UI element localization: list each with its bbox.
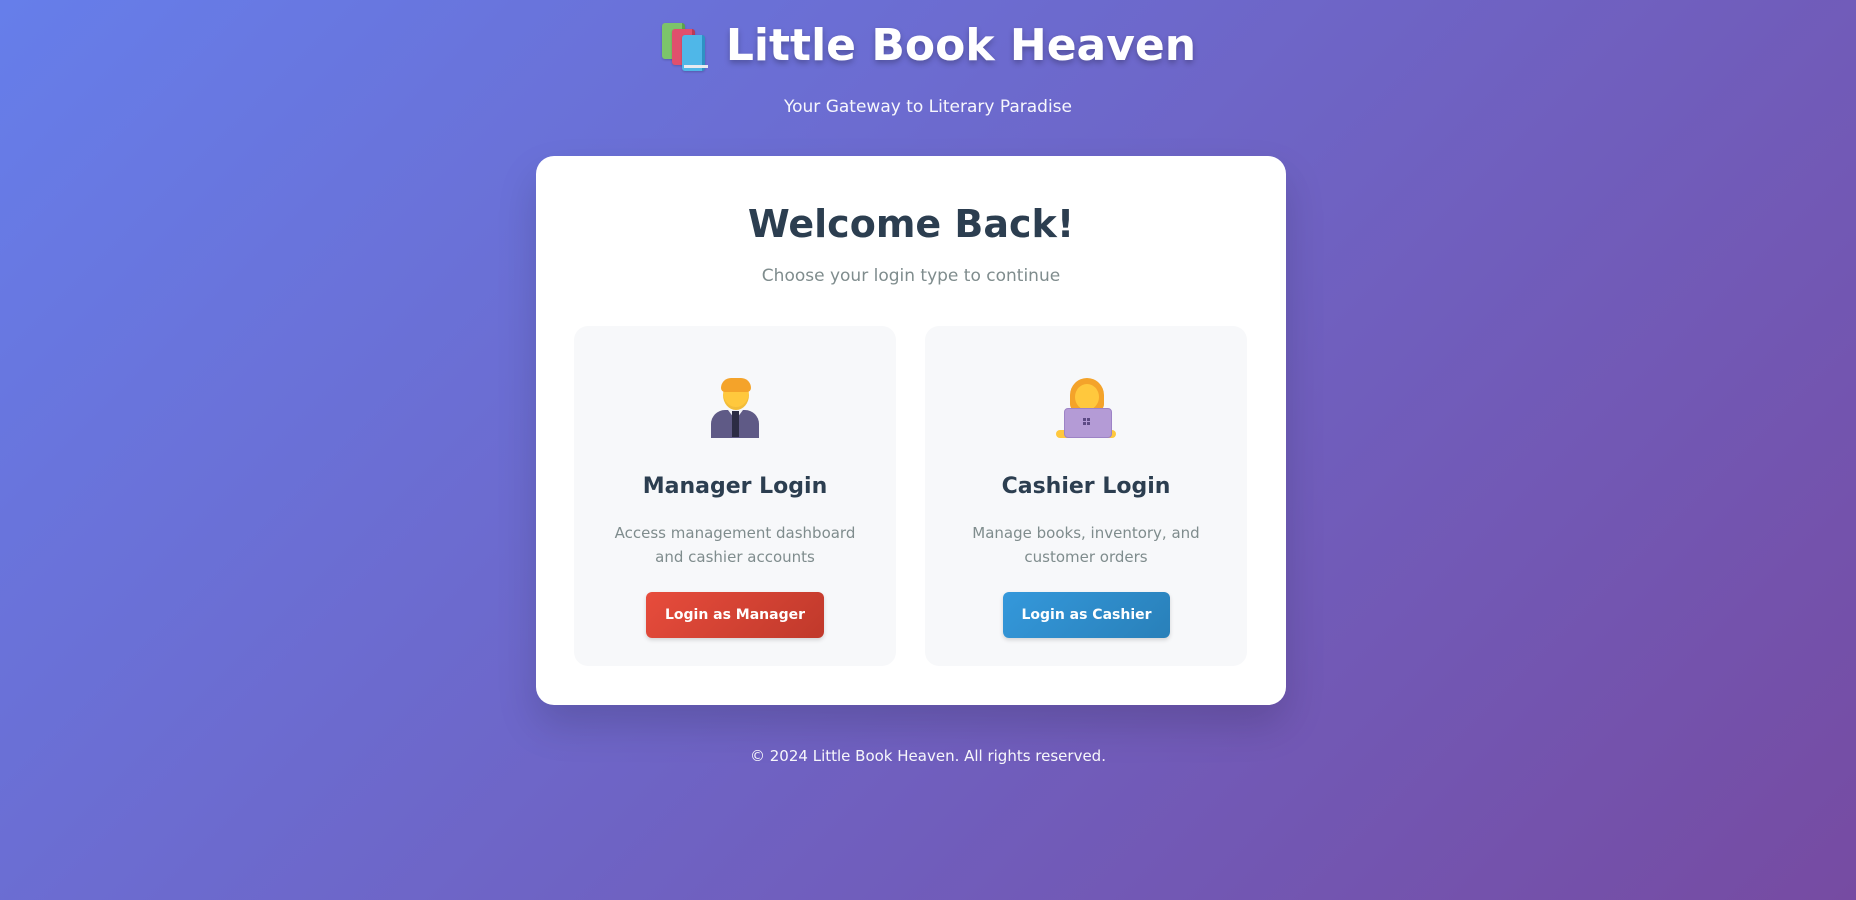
site-title: Little Book Heaven [725,19,1197,71]
welcome-subtitle: Choose your login type to continue [761,266,1061,286]
login-as-cashier-button[interactable]: Login as Cashier [1003,592,1170,638]
books-icon [660,21,708,71]
cashier-icon [1056,378,1116,438]
cashier-login-option: Cashier Login Manage books, inventory, a… [925,326,1247,666]
login-as-manager-button[interactable]: Login as Manager [646,592,824,638]
manager-icon [705,378,765,438]
manager-login-title: Manager Login [642,474,828,499]
login-page: Little Book Heaven Your Gateway to Liter… [0,0,1856,900]
cashier-login-title: Cashier Login [1001,474,1171,499]
cashier-login-description: Manage books, inventory, and customer or… [972,524,1200,566]
brand: Little Book Heaven [660,14,1196,76]
footer-copyright: © 2024 Little Book Heaven. All rights re… [750,747,1106,765]
login-card: Welcome Back! Choose your login type to … [536,156,1286,705]
site-tagline: Your Gateway to Literary Paradise [784,97,1072,117]
site-header: Little Book Heaven Your Gateway to Liter… [0,14,1856,117]
welcome-title: Welcome Back! [747,202,1075,246]
manager-login-option: Manager Login Access management dashboar… [574,326,896,666]
manager-login-description: Access management dashboard and cashier … [614,524,856,566]
